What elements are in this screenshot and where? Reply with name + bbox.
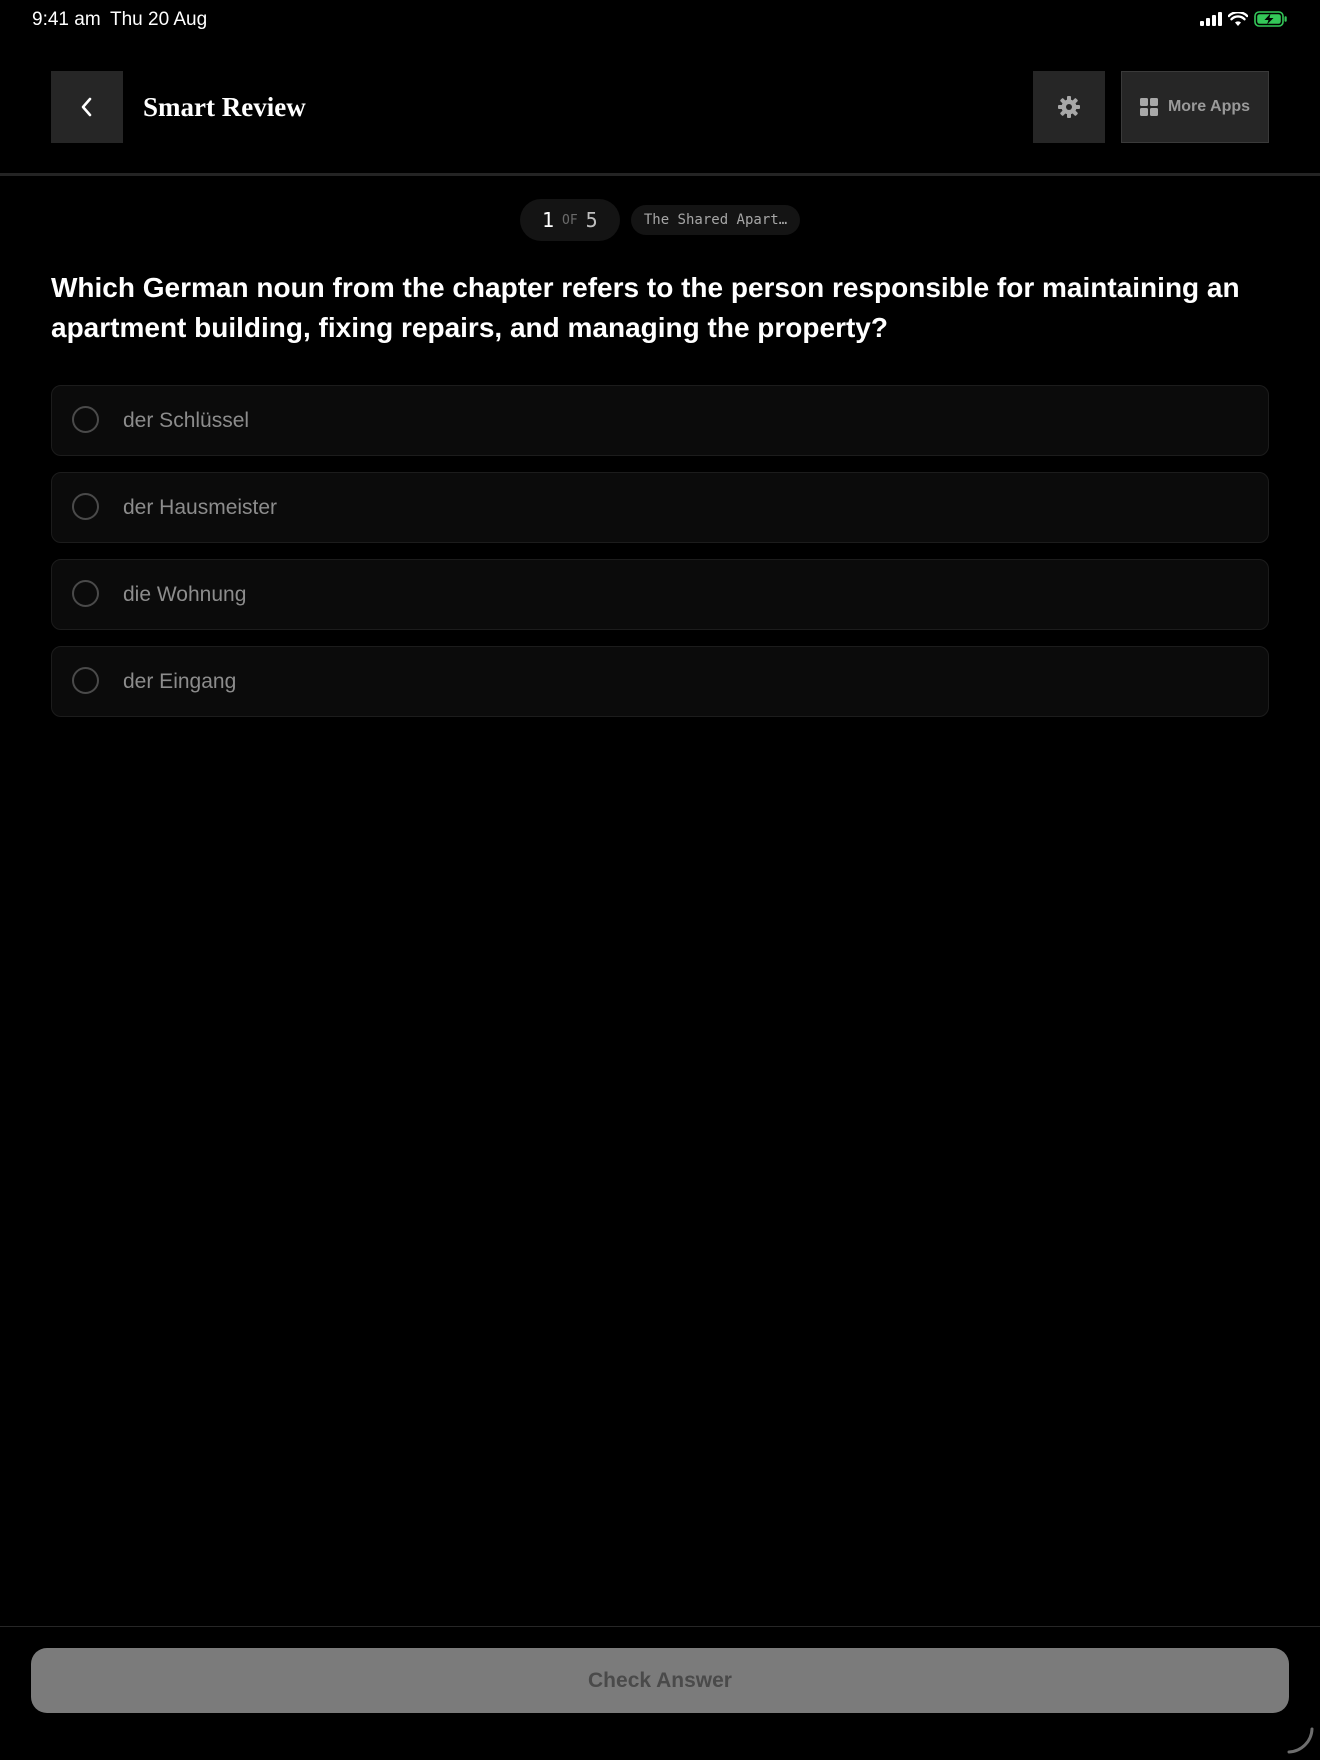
radio-button[interactable] [72, 580, 99, 607]
answer-options: der Schlüssel der Hausmeister die Wohnun… [51, 385, 1269, 733]
progress-row: 1 OF 5 The Shared Apart… [0, 199, 1320, 243]
header-divider [0, 173, 1320, 176]
header: Smart Review More Apps [51, 71, 1269, 144]
question-current: 1 [541, 208, 555, 232]
status-icons [1200, 11, 1288, 27]
more-apps-button[interactable]: More Apps [1121, 71, 1269, 143]
question-counter: 1 OF 5 [519, 199, 620, 241]
battery-charging-icon [1254, 11, 1287, 27]
question-total: 5 [585, 208, 598, 232]
answer-option[interactable]: der Schlüssel [51, 385, 1269, 456]
chevron-left-icon [81, 97, 92, 117]
back-button[interactable] [51, 71, 123, 143]
settings-button[interactable] [1033, 71, 1105, 143]
answer-option-label: die Wohnung [123, 583, 247, 606]
answer-option-label: der Eingang [123, 670, 237, 693]
gear-icon [1058, 96, 1080, 118]
status-date: Thu 20 Aug [110, 9, 208, 30]
resize-handle-icon[interactable] [1286, 1726, 1314, 1754]
answer-option-label: der Schlüssel [123, 409, 250, 432]
question-text: Which German noun from the chapter refer… [51, 272, 1240, 343]
footer-divider [0, 1626, 1320, 1627]
wifi-icon [1228, 11, 1248, 26]
cellular-signal-icon [1200, 12, 1222, 26]
radio-button[interactable] [72, 406, 99, 433]
answer-option-label: der Hausmeister [123, 496, 278, 519]
page-title: Smart Review [143, 92, 306, 122]
more-apps-label: More Apps [1167, 98, 1251, 115]
question-of-label: OF [562, 212, 578, 228]
grid-icon [1139, 98, 1158, 116]
answer-option[interactable]: der Hausmeister [51, 472, 1269, 543]
answer-option[interactable]: die Wohnung [51, 559, 1269, 630]
status-bar: 9:41 am Thu 20 Aug [0, 0, 1320, 42]
answer-option[interactable]: der Eingang [51, 646, 1269, 717]
chapter-badge: The Shared Apart… [630, 205, 801, 235]
status-time: 9:41 am [32, 9, 101, 30]
radio-button[interactable] [72, 493, 99, 520]
check-answer-button[interactable]: Check Answer [31, 1648, 1289, 1713]
radio-button[interactable] [72, 667, 99, 694]
